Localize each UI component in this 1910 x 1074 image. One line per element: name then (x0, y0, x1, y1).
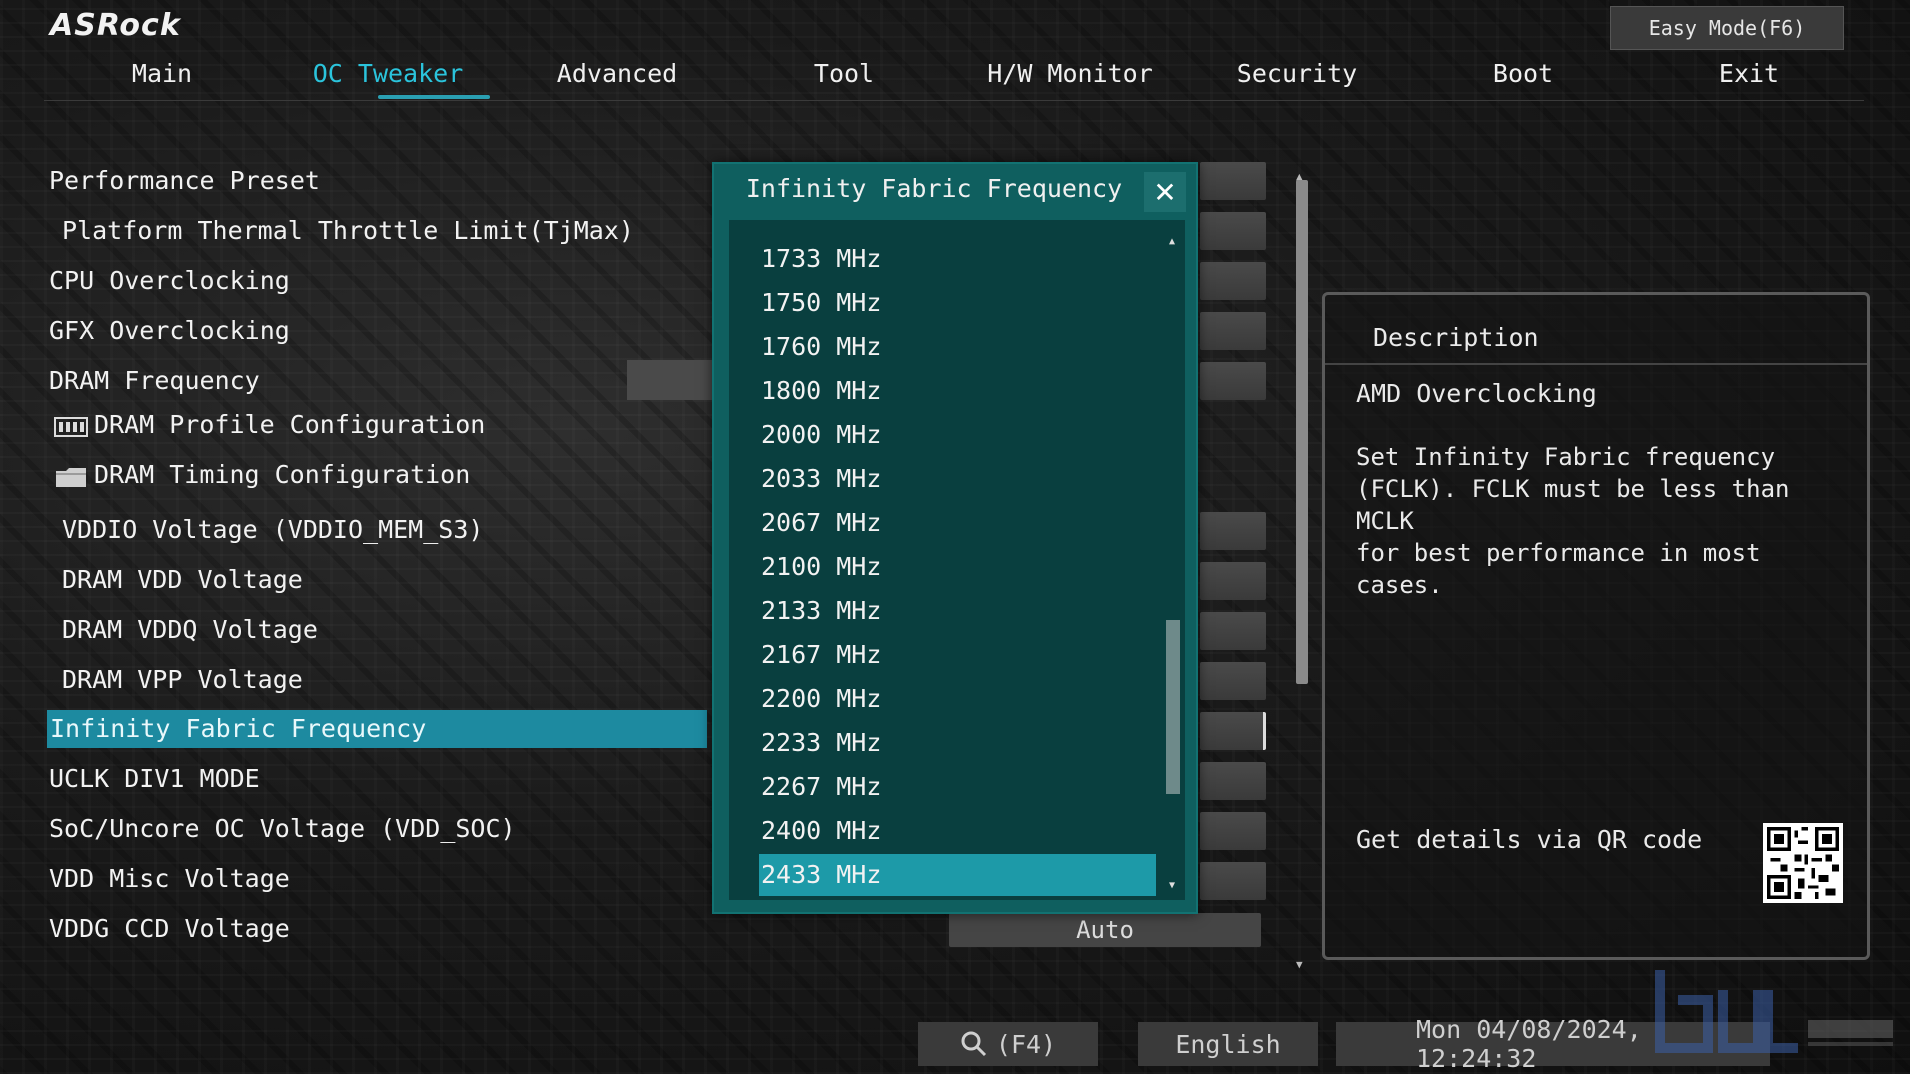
search-button[interactable]: (F4) (918, 1022, 1098, 1066)
value-box[interactable] (1200, 162, 1266, 200)
popup-option[interactable]: 2233 MHz (759, 722, 1156, 764)
menu-item-dram-frequency[interactable]: DRAM Frequency (49, 361, 260, 401)
menu-item-performance-preset[interactable]: Performance Preset (49, 161, 320, 201)
main-scrollbar-thumb[interactable] (1296, 180, 1308, 684)
popup-option[interactable]: 2067 MHz (759, 502, 1156, 544)
folder-icon (54, 461, 88, 487)
popup-option[interactable]: 2133 MHz (759, 590, 1156, 632)
menu-item-dram-vdd[interactable]: DRAM VDD Voltage (48, 560, 303, 600)
value-box[interactable] (1200, 762, 1266, 800)
memory-module-icon (54, 411, 88, 437)
popup-option[interactable]: 2267 MHz (759, 766, 1156, 808)
menu-item-dram-vddq[interactable]: DRAM VDDQ Voltage (48, 610, 318, 650)
search-shortcut-label: (F4) (995, 1029, 1057, 1059)
value-box[interactable] (1200, 312, 1266, 350)
menu-item-uclk-div1[interactable]: UCLK DIV1 MODE (49, 759, 260, 799)
active-tab-indicator (378, 95, 490, 99)
value-box[interactable] (1200, 612, 1266, 650)
scroll-down-icon[interactable]: ▼ (1296, 958, 1303, 971)
value-box[interactable] (1200, 212, 1266, 250)
menu-item-label: Infinity Fabric Frequency (50, 714, 427, 743)
description-subtitle: AMD Overclocking (1356, 379, 1597, 408)
tab-boot[interactable]: Boot (1493, 59, 1553, 88)
popup-option[interactable]: 1760 MHz (759, 326, 1156, 368)
popup-option[interactable]: 2033 MHz (759, 458, 1156, 500)
tab-hw-monitor[interactable]: H/W Monitor (987, 59, 1153, 88)
popup-option-selected[interactable]: 2433 MHz (759, 854, 1156, 896)
value-box[interactable] (1200, 812, 1266, 850)
value-box[interactable] (1200, 562, 1266, 600)
description-panel: Description AMD Overclocking Set Infinit… (1322, 292, 1870, 960)
tab-main[interactable]: Main (132, 59, 192, 88)
menu-item-dram-vpp[interactable]: DRAM VPP Voltage (48, 660, 303, 700)
value-box[interactable] (1200, 662, 1266, 700)
popup-scrollbar-thumb[interactable] (1166, 620, 1180, 794)
menu-item-tjmax[interactable]: Platform Thermal Throttle Limit(TjMax) (48, 211, 634, 251)
popup-option[interactable]: 2100 MHz (759, 546, 1156, 588)
menu-item-infinity-fabric-selected[interactable]: Infinity Fabric Frequency (47, 710, 707, 748)
tab-tool[interactable]: Tool (814, 59, 874, 88)
tab-exit[interactable]: Exit (1719, 59, 1779, 88)
easy-mode-button[interactable]: Easy Mode(F6) (1610, 6, 1844, 50)
popup-option[interactable]: 2400 MHz (759, 810, 1156, 852)
menu-item-label: DRAM Timing Configuration (94, 460, 471, 489)
popup-option[interactable]: 2000 MHz (759, 414, 1156, 456)
popup-option-list[interactable]: 1733 MHz 1750 MHz 1760 MHz 1800 MHz 2000… (729, 220, 1185, 900)
popup-scroll-down-icon[interactable]: ▼ (1169, 880, 1175, 891)
menu-item-dram-timing[interactable]: DRAM Timing Configuration (54, 455, 470, 495)
popup-option[interactable]: 1800 MHz (759, 370, 1156, 412)
popup-option[interactable]: 2200 MHz (759, 678, 1156, 720)
qr-code-icon (1763, 823, 1843, 903)
value-box[interactable] (1200, 262, 1266, 300)
menu-item-cpu-overclocking[interactable]: CPU Overclocking (49, 261, 290, 301)
tab-advanced[interactable]: Advanced (557, 59, 677, 88)
tab-security[interactable]: Security (1237, 59, 1357, 88)
popup-title: Infinity Fabric Frequency (745, 174, 1123, 203)
menu-item-vdd-misc[interactable]: VDD Misc Voltage (49, 859, 290, 899)
top-nav: Main OC Tweaker Advanced Tool H/W Monito… (44, 55, 1864, 101)
menu-item-gfx-overclocking[interactable]: GFX Overclocking (49, 311, 290, 351)
tab-oc-tweaker[interactable]: OC Tweaker (313, 59, 464, 88)
vddg-ccd-value[interactable]: Auto (949, 913, 1261, 947)
value-box[interactable] (1200, 862, 1266, 900)
menu-item-vddio-voltage[interactable]: VDDIO Voltage (VDDIO_MEM_S3) (48, 510, 483, 550)
qr-code-label: Get details via QR code (1356, 825, 1703, 854)
language-button[interactable]: English (1138, 1022, 1318, 1066)
menu-item-dram-profile[interactable]: DRAM Profile Configuration (54, 405, 485, 445)
value-box[interactable] (1200, 512, 1266, 550)
popup-option[interactable]: 2167 MHz (759, 634, 1156, 676)
popup-scroll-up-icon[interactable]: ▲ (1169, 236, 1175, 247)
search-icon (960, 1030, 988, 1058)
asrock-logo: ASRock (50, 8, 181, 43)
description-header: Description (1325, 295, 1867, 365)
popup-option[interactable]: 1750 MHz (759, 282, 1156, 324)
value-box-infinity-fabric[interactable] (1200, 712, 1266, 750)
popup-option[interactable]: 1733 MHz (759, 238, 1156, 280)
description-title: Description (1373, 323, 1539, 352)
menu-item-vddg-ccd[interactable]: VDDG CCD Voltage (49, 909, 290, 949)
value-box[interactable] (1200, 362, 1266, 400)
menu-item-label: DRAM Profile Configuration (94, 410, 486, 439)
description-body: Set Infinity Fabric frequency (FCLK). FC… (1356, 443, 1790, 599)
menu-item-soc-voltage[interactable]: SoC/Uncore OC Voltage (VDD_SOC) (49, 809, 516, 849)
watermark-logo (1648, 960, 1898, 1060)
close-icon[interactable]: ✕ (1144, 172, 1186, 212)
infinity-fabric-frequency-popup: Infinity Fabric Frequency ✕ 1733 MHz 175… (712, 162, 1198, 914)
